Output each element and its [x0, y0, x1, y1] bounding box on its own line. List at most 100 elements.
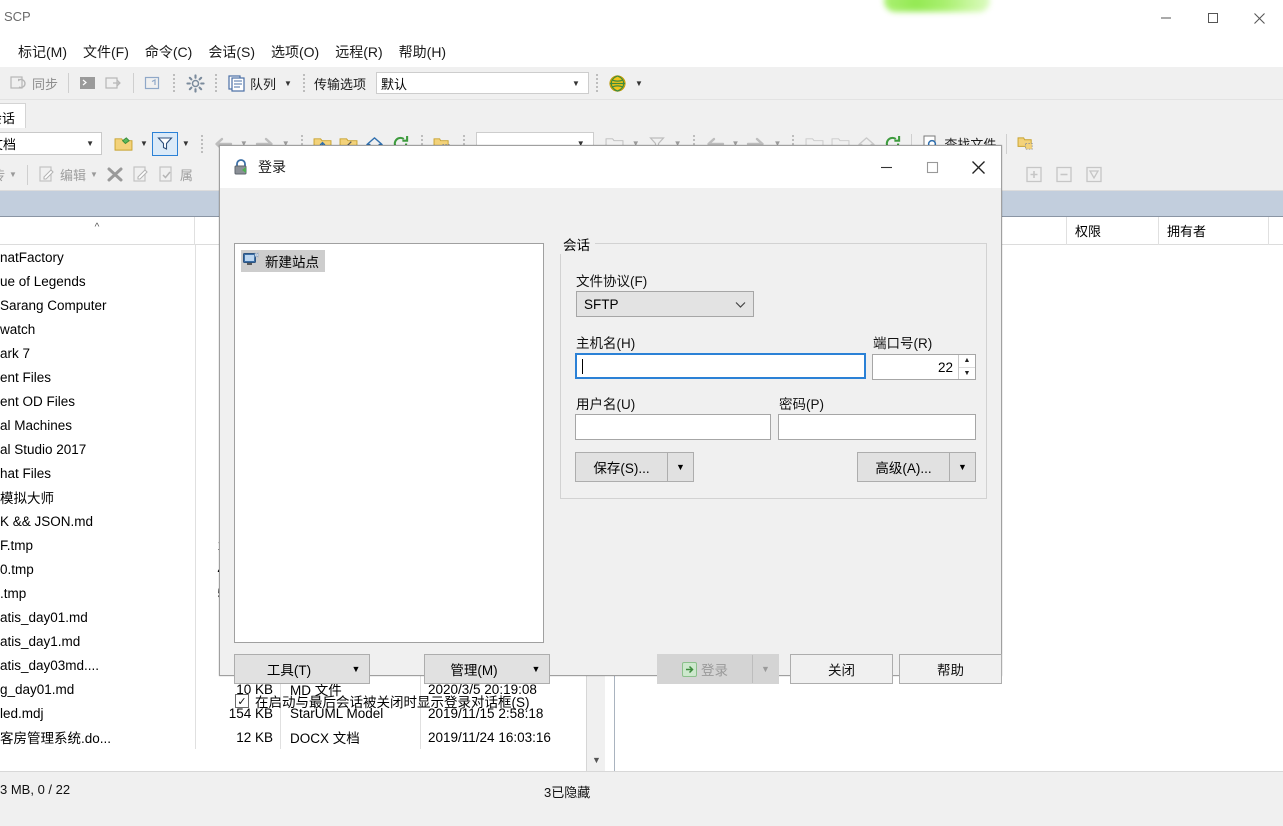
- login-split-button[interactable]: 登录 ▼: [657, 654, 779, 684]
- local-path-combo[interactable]: 文档 ▼: [0, 132, 102, 155]
- transfer-settings-chevron-down-icon[interactable]: ▼: [572, 79, 580, 88]
- transfer-settings-label: 传输选项: [314, 74, 366, 93]
- tools-chevron-down-icon[interactable]: ▼: [343, 655, 369, 683]
- queue-label[interactable]: 队列: [250, 74, 276, 93]
- transfer-settings-combo[interactable]: 默认 ▼: [376, 72, 589, 94]
- remote-column-header-owner[interactable]: 拥有者: [1159, 217, 1269, 245]
- filter-chevron-down-icon[interactable]: ▼: [182, 139, 190, 148]
- close-button[interactable]: 关闭: [790, 654, 893, 684]
- menubar: 标记(M) 文件(F) 命令(C) 会话(S) 选项(O) 远程(R) 帮助(H…: [0, 36, 1283, 67]
- dialog-minimize-icon[interactable]: [863, 146, 909, 188]
- sync-icon[interactable]: [6, 71, 32, 95]
- column-header-name[interactable]: ^: [0, 217, 195, 245]
- cell-name: ue of Legends: [0, 274, 195, 289]
- main-toolbar: 同步 队列 ▼: [0, 67, 1283, 100]
- login-dialog-body: 新建站点 会话 文件协议(F) SFTP 主机名(H) 端口号(R): [220, 188, 1001, 677]
- manage-split-button[interactable]: 管理(M) ▼: [424, 654, 550, 684]
- window-minimize-icon[interactable]: [1142, 0, 1189, 36]
- select-mask-icon[interactable]: [1081, 163, 1107, 187]
- username-input[interactable]: [575, 414, 771, 440]
- menu-item-mark[interactable]: 标记(M): [10, 38, 75, 66]
- show-login-dialog-checkbox-row[interactable]: ✓ 在启动与最后会话被关闭时显示登录对话框(S): [235, 691, 530, 711]
- protocol-value: SFTP: [584, 297, 619, 312]
- spinner-down-icon[interactable]: ▼: [959, 368, 975, 380]
- login-dialog: 登录: [219, 145, 1002, 676]
- properties-label[interactable]: 属: [180, 165, 193, 184]
- column-divider: [195, 245, 196, 749]
- upload-label[interactable]: 传: [0, 165, 5, 184]
- globe-chevron-down-icon[interactable]: ▼: [635, 79, 643, 88]
- new-site-icon: [243, 252, 260, 270]
- upload-chevron-down-icon[interactable]: ▼: [9, 170, 17, 179]
- window-maximize-icon[interactable]: [1189, 0, 1236, 36]
- keep-remote-dir-icon[interactable]: [140, 71, 166, 95]
- cell-name: watch: [0, 322, 195, 337]
- menu-item-help[interactable]: 帮助(H): [391, 38, 454, 66]
- globe-icon[interactable]: [605, 71, 631, 95]
- spinner-up-icon[interactable]: ▲: [959, 355, 975, 368]
- login-chevron-down-icon[interactable]: ▼: [752, 655, 778, 683]
- queue-chevron-down-icon[interactable]: ▼: [284, 79, 292, 88]
- advanced-button[interactable]: 高级(A)...: [858, 453, 949, 481]
- manage-chevron-down-icon[interactable]: ▼: [523, 655, 549, 683]
- local-path-chevron-down-icon[interactable]: ▼: [86, 139, 94, 148]
- port-stepper[interactable]: 22 ▲ ▼: [872, 354, 976, 380]
- filter-funnel-icon[interactable]: [152, 132, 178, 156]
- remote-column-header-permissions[interactable]: 权限: [1067, 217, 1159, 245]
- dialog-close-icon[interactable]: [955, 146, 1001, 188]
- advanced-chevron-down-icon[interactable]: ▼: [949, 453, 975, 481]
- preferences-gear-icon[interactable]: [182, 71, 208, 95]
- open-terminal-icon[interactable]: [101, 71, 127, 95]
- show-login-dialog-label: 在启动与最后会话被关闭时显示登录对话框(S): [255, 691, 530, 711]
- window-close-icon[interactable]: [1236, 0, 1283, 36]
- help-button[interactable]: 帮助: [899, 654, 1002, 684]
- save-button[interactable]: 保存(S)...: [576, 453, 667, 481]
- open-folder-chevron-down-icon[interactable]: ▼: [140, 139, 148, 148]
- rename-icon[interactable]: [128, 163, 154, 187]
- tools-button[interactable]: 工具(T): [235, 655, 343, 683]
- menu-item-session[interactable]: 会话(S): [200, 38, 263, 66]
- show-login-dialog-checkbox[interactable]: ✓: [235, 694, 249, 708]
- menu-item-remote[interactable]: 远程(R): [327, 38, 390, 66]
- tab-session[interactable]: 会话: [0, 103, 26, 128]
- add-plus-icon[interactable]: [1021, 163, 1047, 187]
- menu-item-options[interactable]: 选项(O): [263, 38, 327, 66]
- edit-label[interactable]: 编辑: [60, 165, 86, 184]
- password-input[interactable]: [778, 414, 976, 440]
- delete-x-icon[interactable]: [102, 163, 128, 187]
- login-button[interactable]: 登录: [658, 655, 752, 683]
- sites-tree[interactable]: 新建站点: [234, 243, 544, 643]
- advanced-split-button[interactable]: 高级(A)... ▼: [857, 452, 976, 482]
- menu-item-command[interactable]: 命令(C): [137, 38, 200, 66]
- open-folder-icon[interactable]: [110, 132, 136, 156]
- console-icon[interactable]: [75, 71, 101, 95]
- password-label-text: 密码(P): [779, 397, 824, 412]
- transfer-settings-value: 默认: [381, 74, 407, 93]
- menu-item-file[interactable]: 文件(F): [75, 38, 137, 66]
- remove-minus-icon[interactable]: [1051, 163, 1077, 187]
- cell-size: 12 KB: [195, 730, 280, 745]
- queue-icon[interactable]: [224, 71, 250, 95]
- status-hidden-count: 3已隐藏: [544, 782, 590, 801]
- edit-chevron-down-icon[interactable]: ▼: [90, 170, 98, 179]
- tree-item-new-site[interactable]: 新建站点: [241, 250, 325, 272]
- properties-icon[interactable]: [154, 163, 180, 187]
- protocol-label: 文件协议(F): [576, 270, 647, 290]
- protocol-select[interactable]: SFTP: [576, 291, 754, 317]
- save-chevron-down-icon[interactable]: ▼: [667, 453, 693, 481]
- manage-button[interactable]: 管理(M): [425, 655, 523, 683]
- scroll-down-chevron-icon[interactable]: ▼: [587, 750, 606, 769]
- remote-new-folder-icon[interactable]: [1013, 132, 1039, 156]
- tools-split-button[interactable]: 工具(T) ▼: [234, 654, 370, 684]
- hostname-input[interactable]: [575, 353, 866, 379]
- edit-icon[interactable]: [34, 163, 60, 187]
- table-row[interactable]: 客房管理系统.do...12 KBDOCX 文档2019/11/24 16:03…: [0, 725, 610, 749]
- dialog-maximize-icon[interactable]: [909, 146, 955, 188]
- protocol-label-text: 文件协议(F): [576, 274, 647, 289]
- statusbar: 3 MB, 0 / 22 3已隐藏: [0, 771, 1283, 826]
- port-spinner-buttons[interactable]: ▲ ▼: [958, 355, 975, 379]
- save-split-button[interactable]: 保存(S)... ▼: [575, 452, 694, 482]
- protocol-chevron-down-icon[interactable]: [735, 297, 746, 312]
- port-value[interactable]: 22: [873, 355, 958, 379]
- text-cursor: [582, 359, 583, 374]
